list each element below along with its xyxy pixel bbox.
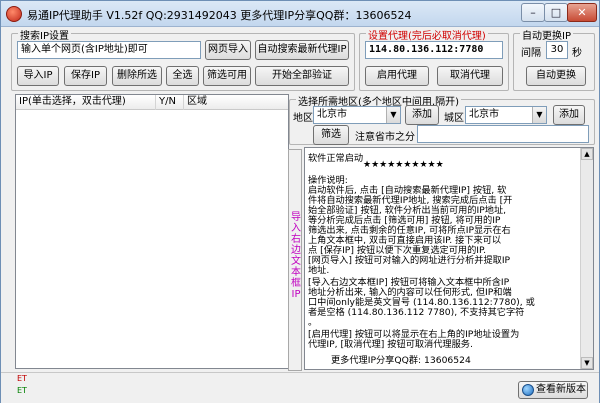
check-version-button[interactable]: 查看新版本 — [518, 381, 588, 399]
region-select[interactable]: 北京市 ▼ — [313, 106, 401, 124]
auto-change-legend: 自动更换IP — [520, 27, 573, 42]
filter-region-button[interactable]: 筛选 — [313, 125, 349, 145]
ip-list[interactable]: IP(单击选择，双击代理) Y/N 区域 — [15, 94, 289, 369]
save-ip-button[interactable]: 保存IP — [64, 66, 107, 86]
column-ip[interactable]: IP(单击选择，双击代理) — [16, 95, 156, 110]
city-select[interactable]: 北京市 ▼ — [465, 106, 547, 124]
column-region[interactable]: 区域 — [184, 95, 288, 110]
city-select-value: 北京市 — [469, 109, 499, 120]
log-line: 代理IP, [取消代理] 按钮可取消代理服务. — [308, 339, 473, 350]
auto-search-button[interactable]: 自动搜索最新代理IP — [255, 40, 349, 60]
notice-label: 注意省市之分 — [355, 132, 415, 143]
log-line: [网页导入] 按钮可对输入的网址进行分析并提取IP — [308, 255, 511, 266]
import-page-button[interactable]: 网页导入 — [205, 40, 251, 60]
add-region-button[interactable]: 添加 — [405, 105, 439, 125]
check-version-label: 查看新版本 — [536, 384, 586, 395]
search-ip-legend: 搜索IP设置 — [18, 27, 71, 42]
status-et-bottom: ET — [17, 386, 27, 395]
title-bar[interactable]: 易通IP代理助手 V1.52f QQ:2931492043 更多代理IP分享QQ… — [1, 1, 599, 27]
delete-selected-button[interactable]: 删除所选 — [112, 66, 162, 86]
window-title: 易通IP代理助手 V1.52f QQ:2931492043 更多代理IP分享QQ… — [27, 9, 412, 22]
chevron-down-icon: ▼ — [532, 107, 546, 123]
cancel-proxy-button[interactable]: 取消代理 — [437, 66, 503, 86]
region-text-input[interactable] — [417, 125, 589, 143]
import-textbox-ip-button[interactable]: 导入右边文本框IP — [288, 149, 302, 371]
proxy-setting-legend: 设置代理(完后必取消代理) — [366, 27, 488, 42]
scroll-up-icon[interactable]: ▲ — [581, 148, 593, 160]
close-button[interactable]: ✕ — [567, 3, 597, 22]
select-all-button[interactable]: 全选 — [166, 66, 199, 86]
status-bar — [1, 372, 599, 403]
globe-icon — [522, 384, 534, 396]
add-city-button[interactable]: 添加 — [553, 105, 585, 125]
seconds-label: 秒 — [572, 48, 582, 59]
interval-label: 间隔 — [521, 48, 541, 59]
log-line: 软件正常启动 — [308, 153, 364, 164]
maximize-button[interactable]: □ — [544, 3, 568, 22]
status-et-top: ET — [17, 374, 27, 383]
proxy-address-input[interactable]: 114.80.136.112:7780 — [365, 41, 503, 59]
region-label: 地区 — [293, 113, 313, 124]
chevron-down-icon: ▼ — [386, 107, 400, 123]
import-textbox-ip-label: 导入右边文本框IP — [291, 212, 301, 300]
column-yn[interactable]: Y/N — [156, 95, 184, 110]
filter-usable-button[interactable]: 筛选可用 — [203, 66, 251, 86]
enable-proxy-button[interactable]: 启用代理 — [365, 66, 429, 86]
main-window: 易通IP代理助手 V1.52f QQ:2931492043 更多代理IP分享QQ… — [0, 0, 600, 403]
interval-input[interactable]: 30 — [546, 41, 568, 59]
log-textbox[interactable]: 软件正常启动 ★★★★★★★★★★ 操作说明: 启动软件后, 点击 [自动搜索最… — [304, 147, 594, 370]
ip-list-header: IP(单击选择，双击代理) Y/N 区域 — [16, 95, 288, 110]
app-logo-icon — [6, 6, 22, 22]
city-label: 城区 — [444, 113, 464, 124]
log-line: 者是空格 (114.80.136.112 7780), 不支持其它字符 — [308, 307, 525, 318]
url-input[interactable]: 输入单个网页(含IP地址)即可 — [17, 41, 201, 59]
log-scrollbar[interactable]: ▲ ▼ — [580, 148, 593, 369]
import-ip-button[interactable]: 导入IP — [17, 66, 59, 86]
scroll-down-icon[interactable]: ▼ — [581, 357, 593, 369]
region-select-value: 北京市 — [317, 109, 347, 120]
minimize-button[interactable]: – — [521, 3, 545, 22]
verify-all-button[interactable]: 开始全部验证 — [255, 66, 349, 86]
auto-change-button[interactable]: 自动更换 — [526, 66, 586, 86]
log-line: 更多代理IP分享QQ群: 13606524 — [331, 355, 471, 366]
star-divider: ★★★★★★★★★★ — [363, 160, 444, 170]
